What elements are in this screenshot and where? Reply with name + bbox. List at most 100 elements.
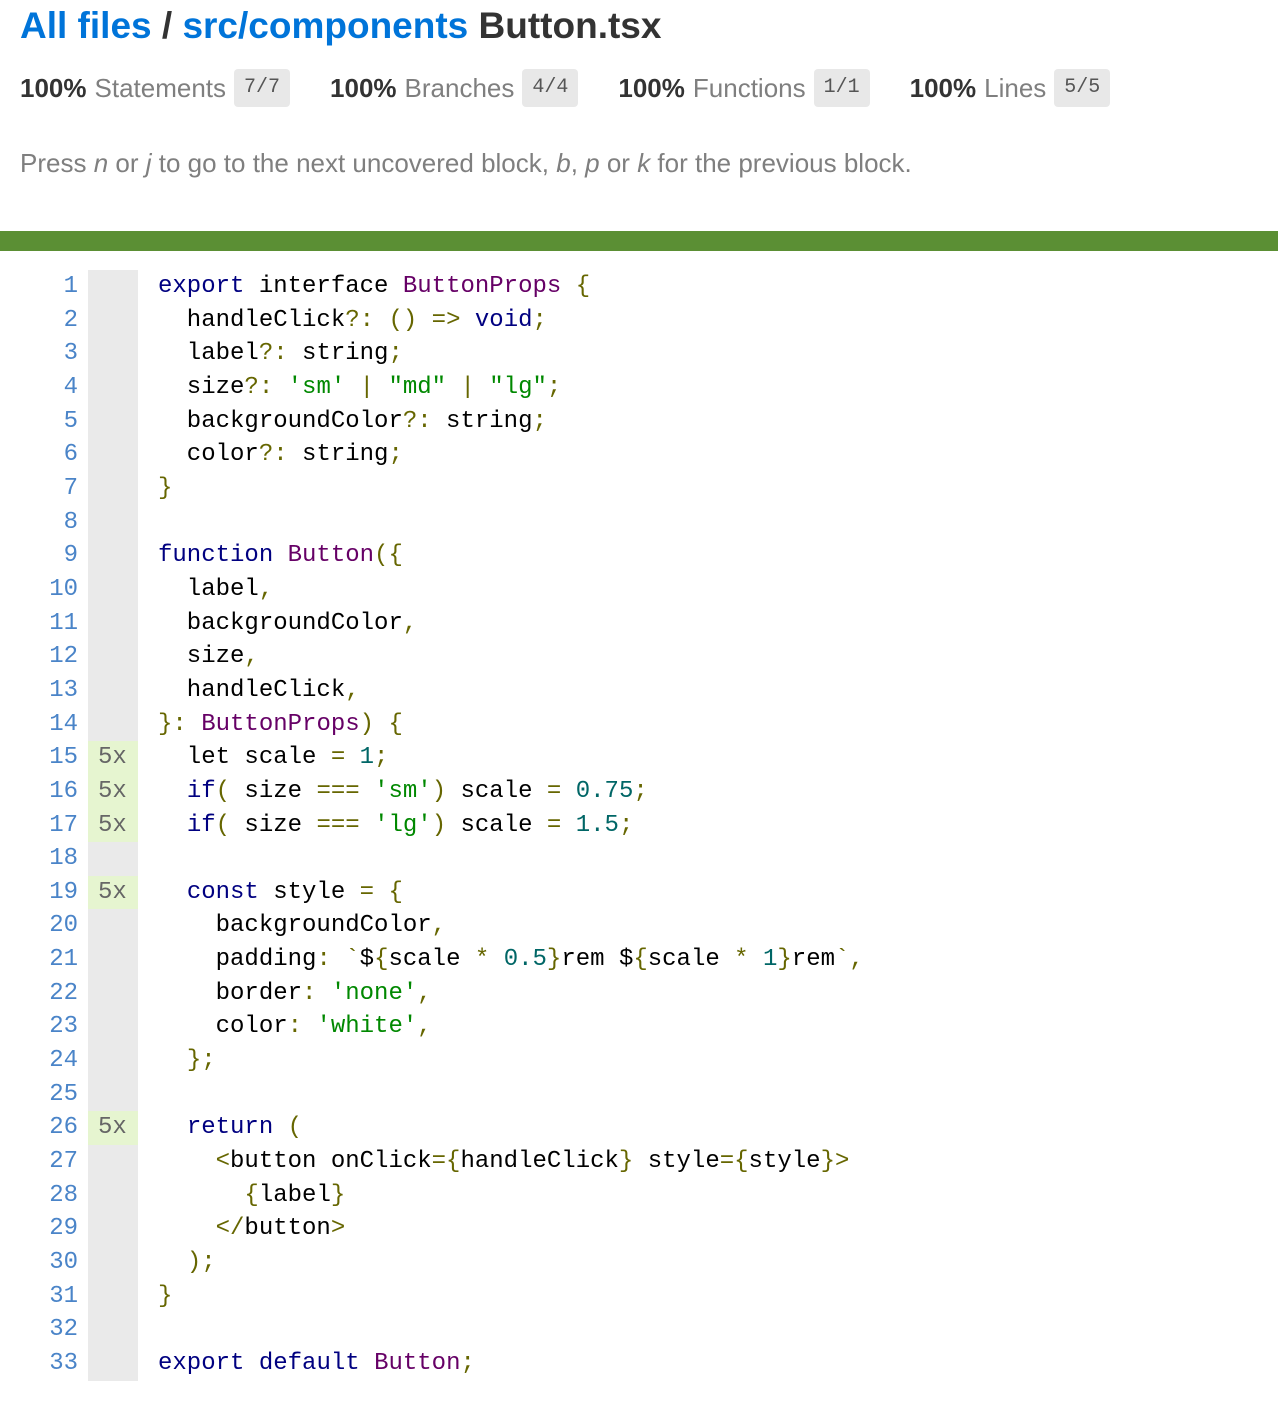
breadcrumb-root-link[interactable]: All files [20,5,152,46]
line-number-17[interactable]: 17 [0,809,78,843]
line-number-15[interactable]: 15 [0,741,78,775]
line-number-32[interactable]: 32 [0,1313,78,1347]
line-number-21[interactable]: 21 [0,943,78,977]
code-token: = [546,811,562,839]
code-token: ; [388,441,403,469]
line-number-link[interactable]: 13 [49,677,78,704]
line-number-link[interactable]: 3 [64,340,78,367]
line-number-link[interactable]: 21 [49,946,78,973]
line-number-7[interactable]: 7 [0,472,78,506]
line-number-link[interactable]: 18 [49,845,78,872]
line-number-link[interactable]: 32 [49,1316,78,1343]
line-number-link[interactable]: 9 [64,542,78,569]
line-number-29[interactable]: 29 [0,1212,78,1246]
line-number-4[interactable]: 4 [0,371,78,405]
line-number-30[interactable]: 30 [0,1246,78,1280]
line-number-20[interactable]: 20 [0,909,78,943]
code-token: 'sm' [287,373,346,401]
line-hit-count [88,1179,138,1213]
code-token: ={ [719,1148,749,1176]
line-number-2[interactable]: 2 [0,304,78,338]
line-number-link[interactable]: 26 [49,1114,78,1141]
line-number-16[interactable]: 16 [0,775,78,809]
source-line: if( size === 'lg') scale = 1.5; [158,809,864,843]
line-number-18[interactable]: 18 [0,842,78,876]
line-number-33[interactable]: 33 [0,1347,78,1381]
line-number-9[interactable]: 9 [0,539,78,573]
line-number-24[interactable]: 24 [0,1044,78,1078]
line-number-link[interactable]: 2 [64,307,78,334]
breadcrumb-folder-link[interactable]: src/components [182,5,468,46]
line-number-link[interactable]: 6 [64,441,78,468]
line-number-31[interactable]: 31 [0,1280,78,1314]
code-token: }: [158,710,187,738]
line-hit-count [88,708,138,742]
line-hit-count [88,1280,138,1314]
breadcrumb-current-file: Button.tsx [478,5,662,46]
code-token: ?: [244,373,274,401]
line-number-1[interactable]: 1 [0,270,78,304]
line-number-link[interactable]: 29 [49,1215,78,1242]
source-code-view: 1 2 3 4 5 6 7 8 9 10 11 12 13 14 15 16 17 18 19 20 21 22 23 24 2… [0,270,1278,1381]
line-number-link[interactable]: 16 [49,778,78,805]
line-number-link[interactable]: 33 [49,1350,78,1377]
code-token: interface [258,273,389,300]
line-number-11[interactable]: 11 [0,607,78,641]
code-token: { [388,878,403,906]
code-token: button [244,1215,331,1243]
line-number-12[interactable]: 12 [0,640,78,674]
page-header: All files / src/components Button.tsx 10… [0,0,1278,179]
line-number-link[interactable]: 17 [49,812,78,839]
line-number-link[interactable]: 12 [49,643,78,670]
line-number-link[interactable]: 19 [49,879,78,906]
line-number-link[interactable]: 15 [49,744,78,771]
line-number-5[interactable]: 5 [0,405,78,439]
line-number-6[interactable]: 6 [0,438,78,472]
line-number-14[interactable]: 14 [0,708,78,742]
line-number-3[interactable]: 3 [0,337,78,371]
line-number-link[interactable]: 28 [49,1182,78,1209]
line-number-26[interactable]: 26 [0,1111,78,1145]
line-number-10[interactable]: 10 [0,573,78,607]
line-number-link[interactable]: 23 [49,1013,78,1040]
stat-percentage: 100% [909,72,977,103]
line-number-19[interactable]: 19 [0,876,78,910]
line-number-column: 1 2 3 4 5 6 7 8 9 10 11 12 13 14 15 16 17 18 19 20 21 22 23 24 2… [0,270,88,1381]
code-token: scale [446,811,547,839]
line-number-link[interactable]: 4 [64,374,78,401]
line-number-link[interactable]: 30 [49,1249,78,1276]
line-number-link[interactable]: 10 [49,576,78,603]
coverage-summary: 100% Statements 7/7 100% Branches 4/4 10… [20,68,1258,108]
line-number-link[interactable]: 22 [49,980,78,1007]
code-token: , [402,609,418,637]
line-number-link[interactable]: 8 [64,509,78,536]
code-token: export [158,1350,245,1377]
code-token: ?: [258,340,288,368]
line-number-28[interactable]: 28 [0,1179,78,1213]
line-number-25[interactable]: 25 [0,1078,78,1112]
help-text: Press [20,148,94,178]
line-number-13[interactable]: 13 [0,674,78,708]
line-number-link[interactable]: 14 [49,711,78,738]
line-number-23[interactable]: 23 [0,1010,78,1044]
line-number-link[interactable]: 27 [49,1148,78,1175]
code-token: const [186,878,259,906]
code-token: () [388,306,418,334]
line-number-link[interactable]: 20 [49,912,78,939]
line-number-link[interactable]: 24 [49,1047,78,1074]
code-token: string [287,441,389,469]
line-number-link[interactable]: 5 [64,408,78,435]
line-number-link[interactable]: 7 [64,475,78,502]
line-hit-count [88,674,138,708]
line-number-8[interactable]: 8 [0,506,78,540]
line-number-link[interactable]: 1 [64,273,78,300]
line-number-22[interactable]: 22 [0,977,78,1011]
line-number-link[interactable]: 25 [49,1081,78,1108]
code-token: label [158,340,259,368]
line-number-link[interactable]: 11 [49,610,78,637]
line-number-27[interactable]: 27 [0,1145,78,1179]
line-number-link[interactable]: 31 [49,1283,78,1310]
